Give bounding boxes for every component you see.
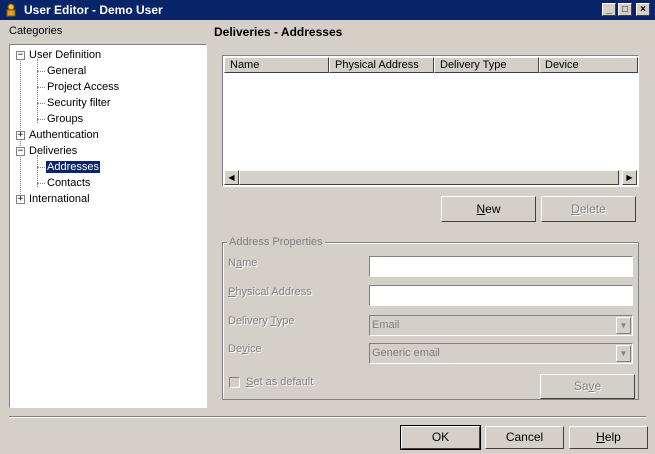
save-button[interactable]: Save <box>540 374 635 399</box>
tree-connector <box>37 87 45 88</box>
user-icon <box>6 3 16 17</box>
tree-item-general[interactable]: General <box>47 65 86 77</box>
tree-item-authentication[interactable]: Authentication <box>29 129 99 141</box>
ok-button[interactable]: OK <box>400 425 481 450</box>
device-value: Generic email <box>372 347 440 359</box>
name-label: Name <box>228 257 258 269</box>
tree-item-international[interactable]: International <box>29 193 90 205</box>
footer-separator <box>9 416 646 418</box>
name-field[interactable] <box>369 256 633 277</box>
tree-item-deliveries[interactable]: Deliveries <box>29 145 77 157</box>
column-header-physical-address[interactable]: Physical Address <box>329 57 434 73</box>
new-button-accesskey: N <box>476 202 486 216</box>
delete-button-label: elete <box>579 202 606 216</box>
tree-item-security-filter[interactable]: Security filter <box>47 97 111 109</box>
horizontal-scrollbar[interactable]: ◀ ▶ <box>224 170 637 185</box>
physical-address-field[interactable] <box>369 285 633 306</box>
delivery-type-value: Email <box>372 319 400 331</box>
set-as-default-checkbox[interactable] <box>229 377 240 388</box>
minimize-button[interactable]: _ <box>602 3 616 16</box>
help-button[interactable]: Help <box>569 426 648 449</box>
column-header-device[interactable]: Device <box>539 57 638 73</box>
scroll-right-icon[interactable]: ▶ <box>622 170 637 185</box>
window-title: User Editor - Demo User <box>24 3 163 17</box>
delivery-type-select[interactable]: Email ▼ <box>369 315 633 336</box>
categories-label: Categories <box>9 25 63 37</box>
expand-toggle-authentication[interactable]: + <box>16 131 25 140</box>
tree-item-project-access[interactable]: Project Access <box>47 81 119 93</box>
chevron-down-icon[interactable]: ▼ <box>616 317 631 334</box>
tree-item-addresses[interactable]: Addresses <box>45 160 101 174</box>
expand-toggle-international[interactable]: + <box>16 195 25 204</box>
new-button[interactable]: New <box>441 196 536 222</box>
tree-connector <box>37 183 45 184</box>
close-button[interactable]: × <box>636 3 650 16</box>
column-header-delivery-type[interactable]: Delivery Type <box>434 57 539 73</box>
device-select[interactable]: Generic email ▼ <box>369 343 633 364</box>
set-as-default-label: Set as default <box>246 376 314 388</box>
tree-connector <box>37 119 45 120</box>
delete-button[interactable]: Delete <box>541 196 636 222</box>
delete-button-accesskey: D <box>571 202 580 216</box>
categories-tree[interactable]: − User Definition General Project Access… <box>9 44 207 408</box>
new-button-label: ew <box>485 202 501 216</box>
section-title: Deliveries - Addresses <box>214 25 343 39</box>
scroll-left-icon[interactable]: ◀ <box>224 170 239 185</box>
tree-connector <box>37 103 45 104</box>
cancel-button[interactable]: Cancel <box>485 426 564 449</box>
maximize-button[interactable]: □ <box>618 3 632 16</box>
address-properties-title: Address Properties <box>227 236 325 248</box>
addresses-list[interactable]: Name Physical Address Delivery Type Devi… <box>222 55 639 187</box>
column-header-name[interactable]: Name <box>224 57 329 73</box>
tree-item-contacts[interactable]: Contacts <box>47 177 90 189</box>
delivery-type-label: Delivery Type <box>228 315 295 327</box>
tree-connector <box>37 167 45 168</box>
tree-item-user-definition[interactable]: User Definition <box>29 49 101 61</box>
chevron-down-icon[interactable]: ▼ <box>616 345 631 362</box>
device-label: Device <box>228 343 262 355</box>
scrollbar-thumb[interactable] <box>239 170 619 185</box>
collapse-toggle-user-definition[interactable]: − <box>16 51 25 60</box>
title-bar: User Editor - Demo User _ □ × <box>0 0 655 20</box>
collapse-toggle-deliveries[interactable]: − <box>16 147 25 156</box>
physical-address-label: Physical Address <box>228 286 312 298</box>
tree-connector <box>37 59 38 123</box>
tree-item-groups[interactable]: Groups <box>47 113 83 125</box>
tree-connector <box>37 71 45 72</box>
